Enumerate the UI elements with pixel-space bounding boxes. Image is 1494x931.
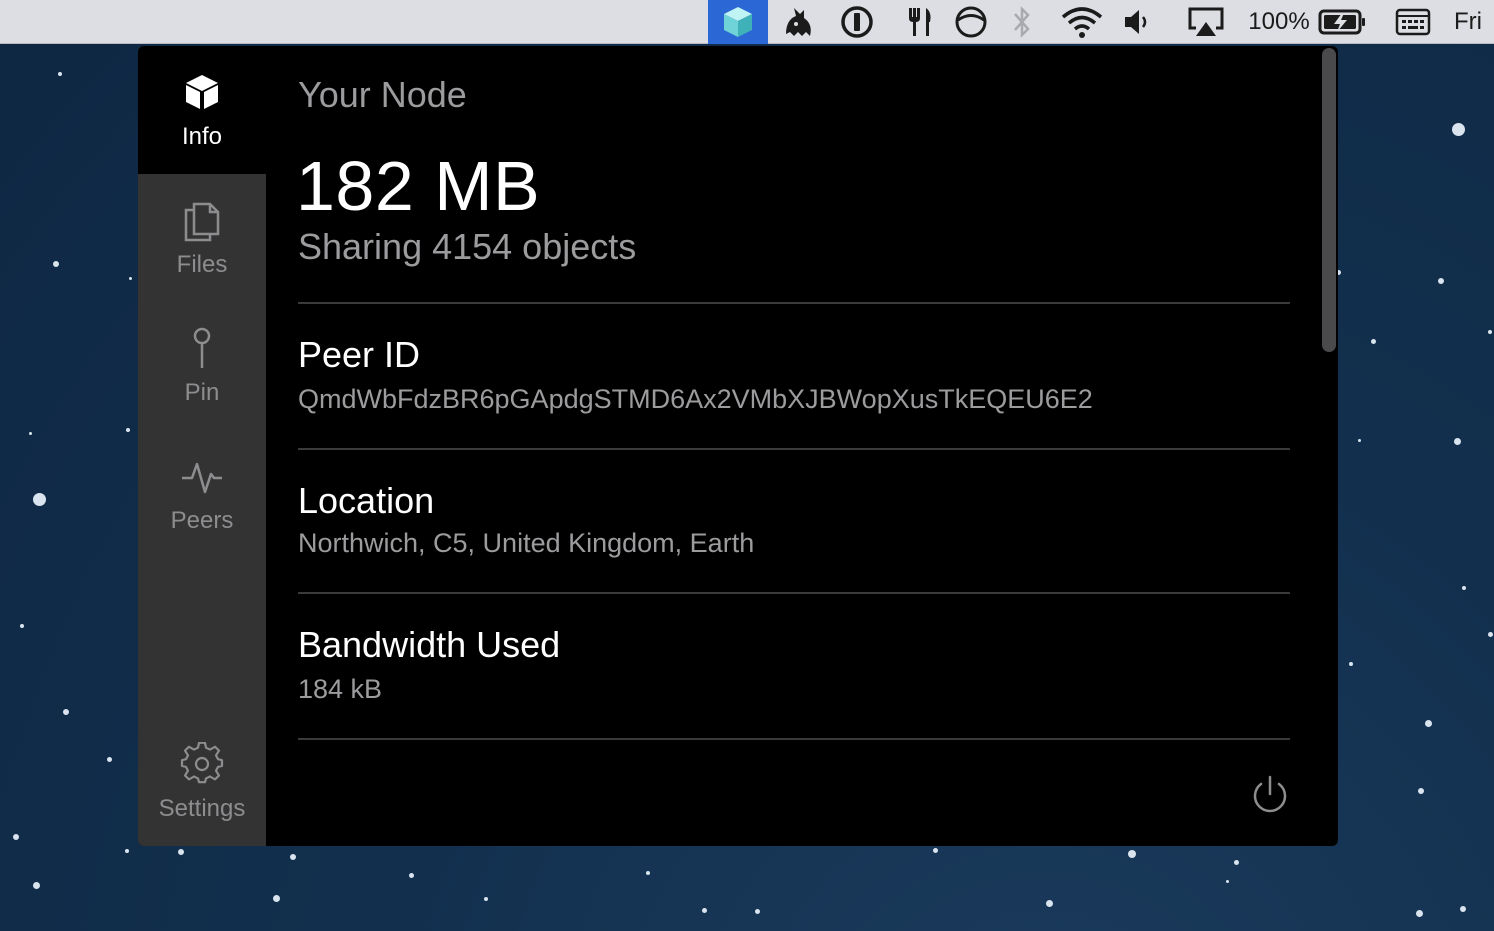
star: [20, 624, 24, 628]
star: [1046, 900, 1053, 907]
bird-icon[interactable]: [776, 0, 820, 44]
sidebar-item-peers[interactable]: Peers: [138, 430, 266, 558]
cube-icon: [179, 69, 225, 115]
bandwidth-title: Bandwidth Used: [298, 624, 561, 665]
page-title: Your Node: [298, 74, 467, 115]
star: [1349, 662, 1353, 666]
star: [1452, 123, 1465, 136]
gear-icon: [179, 741, 225, 787]
star: [273, 895, 280, 902]
star: [1425, 720, 1432, 727]
half-circle-icon[interactable]: [950, 0, 992, 44]
bandwidth-value: 184 kB: [298, 674, 383, 704]
star: [1488, 330, 1492, 334]
sidebar-item-files[interactable]: Files: [138, 174, 266, 302]
star: [290, 854, 296, 860]
divider: [298, 592, 1290, 594]
power-icon: [1253, 775, 1287, 813]
sidebar: Info Files Pin Peers Settings: [138, 46, 266, 846]
battery-percent-text: 100%: [1248, 8, 1310, 35]
star: [646, 871, 650, 875]
star: [1226, 880, 1229, 883]
star: [13, 834, 19, 840]
sharing-objects: Sharing 4154 objects: [298, 226, 637, 267]
star: [484, 897, 488, 901]
star: [33, 493, 46, 506]
ipfs-popover: Info Files Pin Peers Settings Your Node …: [138, 46, 1338, 846]
sidebar-item-label: Files: [176, 251, 228, 278]
star: [58, 72, 62, 76]
star: [126, 428, 130, 432]
scrollbar-thumb[interactable]: [1322, 48, 1336, 352]
fork-knife-icon[interactable]: [898, 0, 940, 44]
wifi-icon[interactable]: [1058, 0, 1106, 44]
star: [933, 848, 938, 853]
divider: [298, 302, 1290, 304]
star: [1454, 438, 1461, 445]
star: [29, 432, 32, 435]
sidebar-item-label: Pin: [184, 379, 220, 406]
star: [125, 849, 129, 853]
sidebar-item-info[interactable]: Info: [138, 46, 266, 174]
star: [63, 709, 69, 715]
star: [1358, 439, 1361, 442]
star: [1462, 586, 1466, 590]
power-button[interactable]: [1249, 774, 1291, 816]
star: [702, 908, 707, 913]
star: [755, 909, 760, 914]
peer-id-value[interactable]: QmdWbFdzBR6pGApdgSTMD6Ax2VMbXJBWopXusTkE…: [298, 384, 1093, 415]
keyboard-icon[interactable]: [1392, 0, 1434, 44]
star: [1460, 906, 1466, 912]
ipfs-cube-icon[interactable]: [708, 0, 768, 44]
star: [178, 849, 184, 855]
sidebar-item-label: Peers: [170, 507, 234, 534]
star: [1416, 910, 1423, 917]
sidebar-item-label: Info: [181, 123, 223, 150]
storage-size: 182 MB: [296, 147, 541, 225]
airplay-icon[interactable]: [1184, 0, 1228, 44]
files-icon: [179, 197, 225, 243]
star: [53, 261, 59, 267]
clock[interactable]: Fri: [1454, 0, 1494, 44]
menu-bar: 100% Fri: [0, 0, 1494, 44]
pulse-icon: [179, 453, 225, 499]
star: [409, 873, 414, 878]
sidebar-item-settings[interactable]: Settings: [138, 718, 266, 846]
star: [1371, 339, 1376, 344]
battery-percent[interactable]: 100%: [1246, 0, 1312, 44]
battery-icon[interactable]: [1316, 0, 1368, 44]
peer-id-title: Peer ID: [298, 334, 421, 375]
clock-day: Fri: [1454, 8, 1482, 35]
star: [33, 882, 40, 889]
divider: [298, 448, 1290, 450]
star: [1418, 788, 1424, 794]
password-icon[interactable]: [836, 0, 878, 44]
pin-icon: [179, 325, 225, 371]
sidebar-item-label: Settings: [158, 795, 246, 822]
bluetooth-icon[interactable]: [1004, 0, 1040, 44]
location-value: Northwich, C5, United Kingdom, Earth: [298, 528, 755, 558]
star: [1234, 860, 1239, 865]
star: [1128, 850, 1136, 858]
divider: [298, 738, 1290, 740]
sidebar-item-pin[interactable]: Pin: [138, 302, 266, 430]
star: [107, 757, 112, 762]
star: [129, 277, 132, 280]
location-title: Location: [298, 480, 435, 521]
volume-icon[interactable]: [1118, 0, 1158, 44]
star: [1438, 278, 1444, 284]
star: [1488, 632, 1493, 637]
